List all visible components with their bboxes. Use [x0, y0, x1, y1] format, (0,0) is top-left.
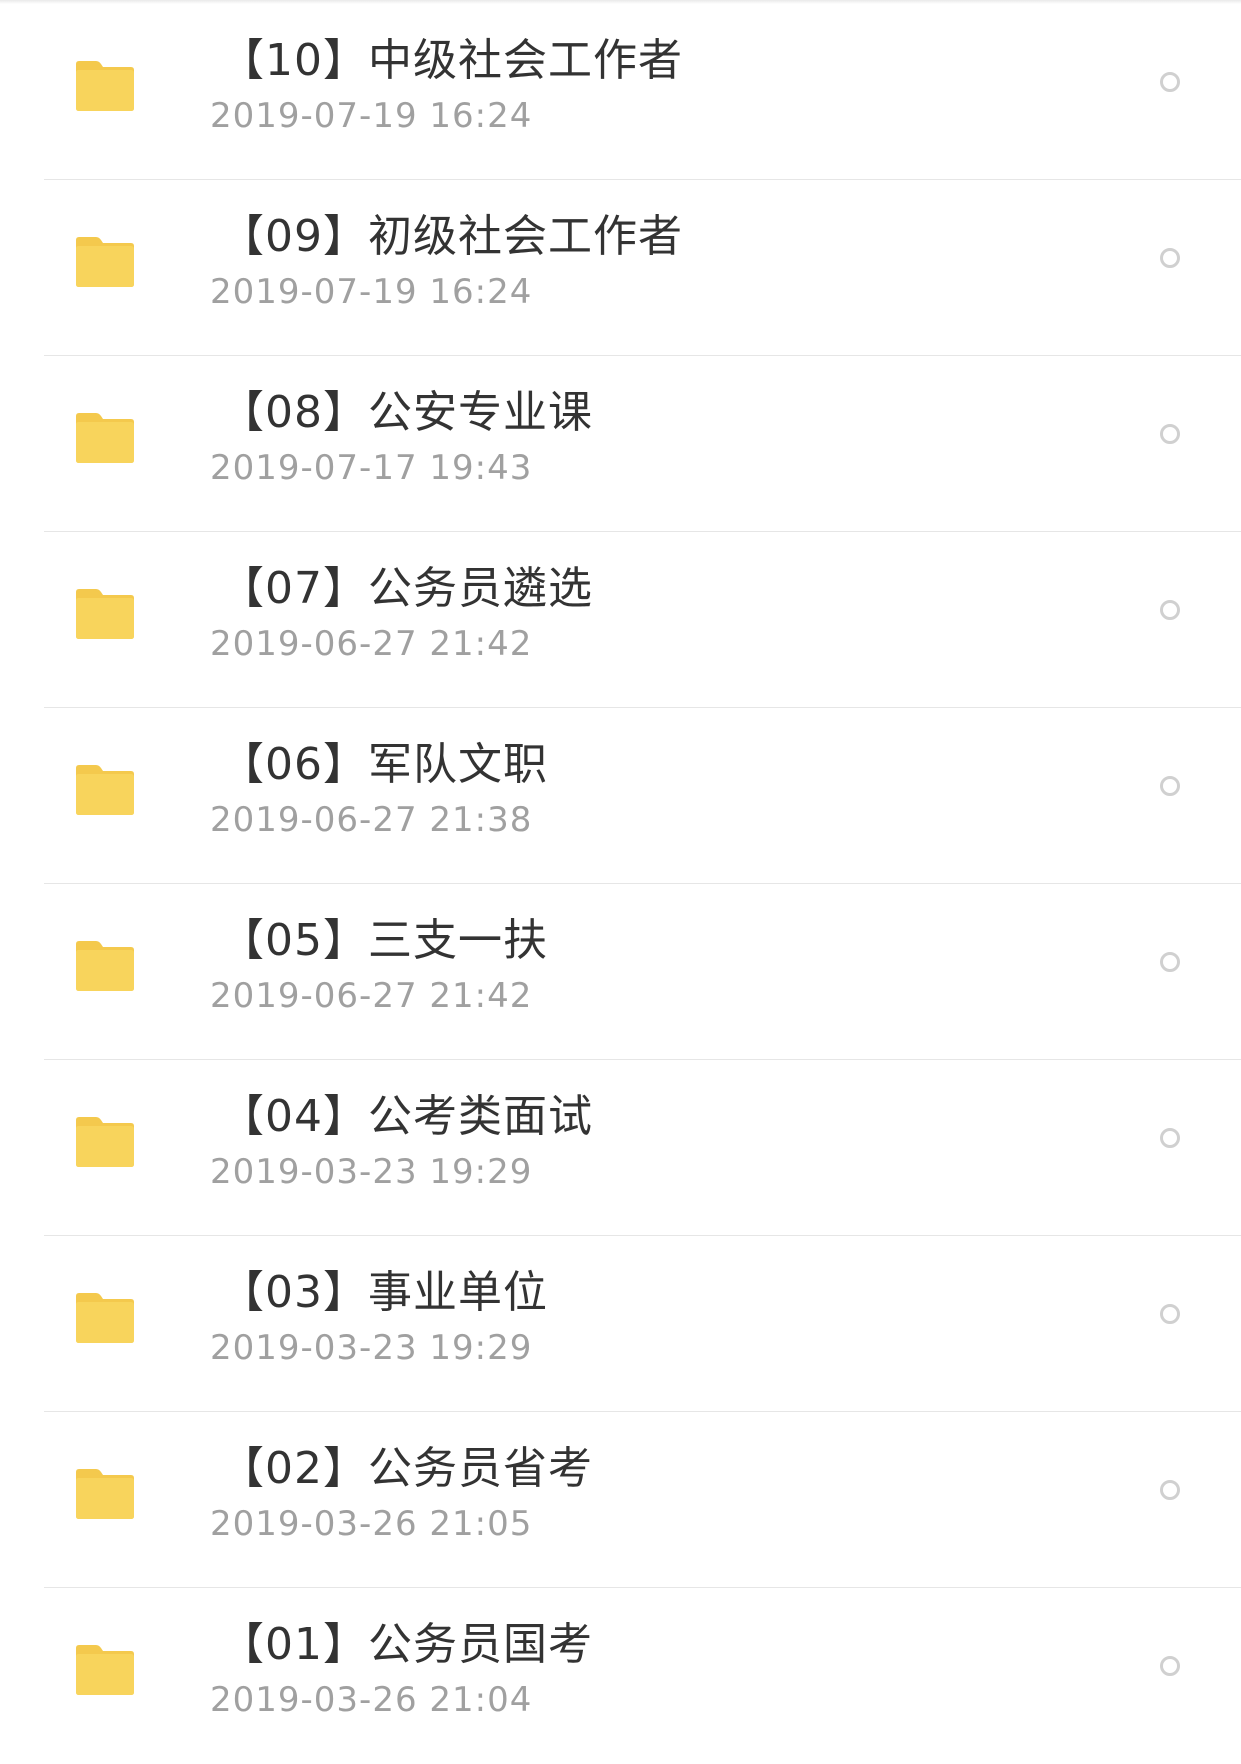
folder-icon [74, 1292, 136, 1344]
modified-date: 2019-03-23 19:29 [210, 1152, 533, 1192]
modified-date: 2019-07-19 16:24 [210, 272, 533, 312]
folder-name: 【04】公考类面试 [220, 1091, 593, 1142]
list-item[interactable]: 【08】公安专业课 2019-07-17 19:43 [0, 356, 1241, 532]
folder-icon [74, 1116, 136, 1168]
folder-icon [74, 588, 136, 640]
list-item[interactable]: 【06】军队文职 2019-06-27 21:38 [0, 708, 1241, 884]
folder-name: 【06】军队文职 [220, 739, 548, 790]
list-item[interactable]: 【02】公务员省考 2019-03-26 21:05 [0, 1412, 1241, 1588]
folder-name: 【09】初级社会工作者 [220, 211, 683, 262]
select-radio[interactable] [1160, 248, 1180, 268]
folder-icon [74, 1644, 136, 1696]
folder-name: 【05】三支一扶 [220, 915, 548, 966]
folder-icon [74, 940, 136, 992]
folder-name: 【07】公务员遴选 [220, 563, 593, 614]
select-radio[interactable] [1160, 1480, 1180, 1500]
folder-name: 【01】公务员国考 [220, 1619, 593, 1670]
modified-date: 2019-03-26 21:05 [210, 1504, 533, 1544]
folder-name: 【03】事业单位 [220, 1267, 548, 1318]
modified-date: 2019-07-19 16:24 [210, 96, 533, 136]
folder-name: 【02】公务员省考 [220, 1443, 593, 1494]
select-radio[interactable] [1160, 1656, 1180, 1676]
modified-date: 2019-03-26 21:04 [210, 1680, 533, 1720]
folder-name: 【08】公安专业课 [220, 387, 593, 438]
modified-date: 2019-03-23 19:29 [210, 1328, 533, 1368]
list-item[interactable]: 【03】事业单位 2019-03-23 19:29 [0, 1236, 1241, 1412]
select-radio[interactable] [1160, 1128, 1180, 1148]
select-radio[interactable] [1160, 952, 1180, 972]
list-item[interactable]: 【01】公务员国考 2019-03-26 21:04 [0, 1588, 1241, 1764]
select-radio[interactable] [1160, 1304, 1180, 1324]
select-radio[interactable] [1160, 72, 1180, 92]
folder-name: 【10】中级社会工作者 [220, 35, 683, 86]
list-item[interactable]: 【07】公务员遴选 2019-06-27 21:42 [0, 532, 1241, 708]
list-item[interactable]: 【05】三支一扶 2019-06-27 21:42 [0, 884, 1241, 1060]
select-radio[interactable] [1160, 424, 1180, 444]
folder-icon [74, 764, 136, 816]
folder-icon [74, 60, 136, 112]
modified-date: 2019-07-17 19:43 [210, 448, 533, 488]
folder-icon [74, 412, 136, 464]
modified-date: 2019-06-27 21:42 [210, 624, 533, 664]
file-list: 【10】中级社会工作者 2019-07-19 16:24 【09】初级社会工作者… [0, 4, 1241, 1764]
select-radio[interactable] [1160, 600, 1180, 620]
folder-icon [74, 1468, 136, 1520]
list-item[interactable]: 【09】初级社会工作者 2019-07-19 16:24 [0, 180, 1241, 356]
list-item[interactable]: 【10】中级社会工作者 2019-07-19 16:24 [0, 4, 1241, 180]
list-item[interactable]: 【04】公考类面试 2019-03-23 19:29 [0, 1060, 1241, 1236]
modified-date: 2019-06-27 21:38 [210, 800, 533, 840]
select-radio[interactable] [1160, 776, 1180, 796]
folder-icon [74, 236, 136, 288]
modified-date: 2019-06-27 21:42 [210, 976, 533, 1016]
